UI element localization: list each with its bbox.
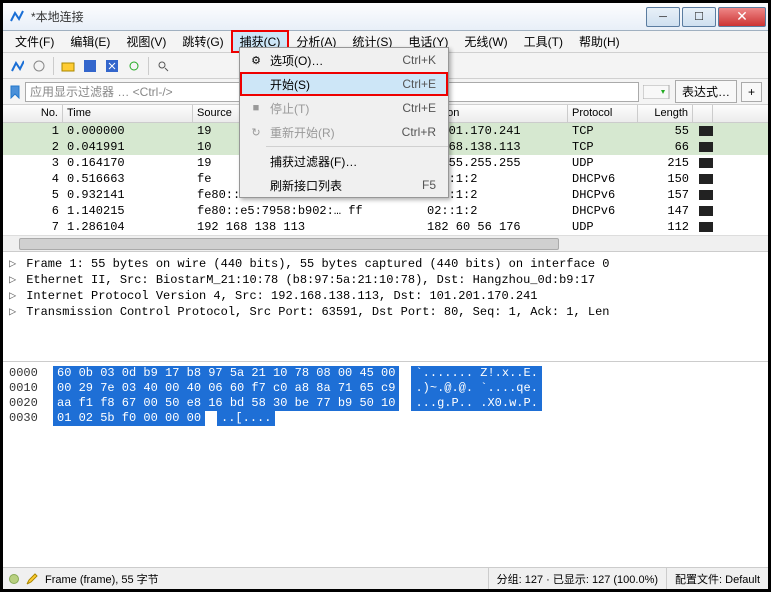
toolbar-save-icon[interactable] [80, 56, 100, 76]
statusbar: Frame (frame), 55 字节 分组: 127 · 已显示: 127 … [3, 567, 768, 589]
minimize-button[interactable]: ─ [646, 7, 680, 27]
app-icon [9, 9, 25, 25]
col-header-time[interactable]: Time [63, 105, 193, 122]
maximize-button[interactable]: ☐ [682, 7, 716, 27]
packet-row[interactable]: 71.286104192 168 138 113182 60 56 176UDP… [3, 219, 768, 235]
gear-icon: ⚙ [246, 54, 266, 67]
toolbar-find-icon[interactable] [153, 56, 173, 76]
window-title: *本地连接 [31, 8, 646, 25]
tree-toggle-icon[interactable]: ▷ [9, 272, 19, 288]
menu-item-refresh-interfaces[interactable]: 刷新接口列表 F5 [240, 173, 448, 197]
expression-button[interactable]: 表达式… [675, 80, 737, 103]
hex-row[interactable]: 003001 02 5b f0 00 00 00..[.... [9, 411, 762, 426]
menu-help[interactable]: 帮助(H) [571, 31, 628, 52]
stop-icon: ■ [246, 102, 266, 114]
tree-toggle-icon[interactable]: ▷ [9, 256, 19, 272]
restart-icon: ↻ [246, 126, 266, 139]
col-header-no[interactable]: No. [3, 105, 63, 122]
titlebar: *本地连接 ─ ☐ ✕ [3, 3, 768, 31]
status-frame-info: Frame (frame), 55 字节 [45, 571, 488, 587]
toolbar-stop-icon[interactable] [29, 56, 49, 76]
close-button[interactable]: ✕ [718, 7, 766, 27]
hex-row[interactable]: 0020aa f1 f8 67 00 50 e8 16 bd 58 30 be … [9, 396, 762, 411]
menu-edit[interactable]: 编辑(E) [62, 31, 118, 52]
expert-info-icon[interactable] [9, 574, 19, 584]
toolbar-reload-icon[interactable] [124, 56, 144, 76]
hex-row[interactable]: 001000 29 7e 03 40 00 40 06 60 f7 c0 a8 … [9, 381, 762, 396]
packet-bytes-pane[interactable]: 000060 0b 03 0d b9 17 b8 97 5a 21 10 78 … [3, 362, 768, 454]
capture-menu-dropdown: ⚙ 选项(O)… Ctrl+K 开始(S) Ctrl+E ■ 停止(T) Ctr… [239, 47, 449, 198]
menu-item-stop: ■ 停止(T) Ctrl+E [240, 96, 448, 120]
menu-tools[interactable]: 工具(T) [516, 31, 571, 52]
status-packet-count: 分组: 127 · 已显示: 127 (100.0%) [488, 568, 666, 589]
status-profile[interactable]: 配置文件: Default [666, 568, 768, 589]
menu-item-capture-filters[interactable]: 捕获过滤器(F)… [240, 149, 448, 173]
edit-icon[interactable] [25, 572, 39, 586]
menu-wireless[interactable]: 无线(W) [456, 31, 515, 52]
col-header-protocol[interactable]: Protocol [568, 105, 638, 122]
menu-go[interactable]: 跳转(G) [174, 31, 231, 52]
col-header-length[interactable]: Length [638, 105, 693, 122]
menu-file[interactable]: 文件(F) [7, 31, 62, 52]
toolbar-start-icon[interactable] [7, 56, 27, 76]
packet-details-pane[interactable]: ▷ Frame 1: 55 bytes on wire (440 bits), … [3, 252, 768, 362]
tree-toggle-icon[interactable]: ▷ [9, 304, 19, 320]
menu-separator [266, 146, 448, 147]
toolbar-close-icon[interactable] [102, 56, 122, 76]
add-filter-button[interactable]: + [741, 82, 762, 102]
menu-item-restart: ↻ 重新开始(R) Ctrl+R [240, 120, 448, 144]
menu-item-options[interactable]: ⚙ 选项(O)… Ctrl+K [240, 48, 448, 72]
horizontal-scrollbar[interactable] [3, 235, 768, 251]
bookmark-icon[interactable] [9, 85, 21, 99]
tree-toggle-icon[interactable]: ▷ [9, 288, 19, 304]
packet-row[interactable]: 61.140215fe80::e5:7958:b902:… ff02::1:2D… [3, 203, 768, 219]
toolbar-open-icon[interactable] [58, 56, 78, 76]
menu-item-start[interactable]: 开始(S) Ctrl+E [240, 72, 448, 96]
hex-row[interactable]: 000060 0b 03 0d b9 17 b8 97 5a 21 10 78 … [9, 366, 762, 381]
menu-view[interactable]: 视图(V) [118, 31, 174, 52]
filter-dropdown-icon[interactable] [643, 85, 671, 99]
